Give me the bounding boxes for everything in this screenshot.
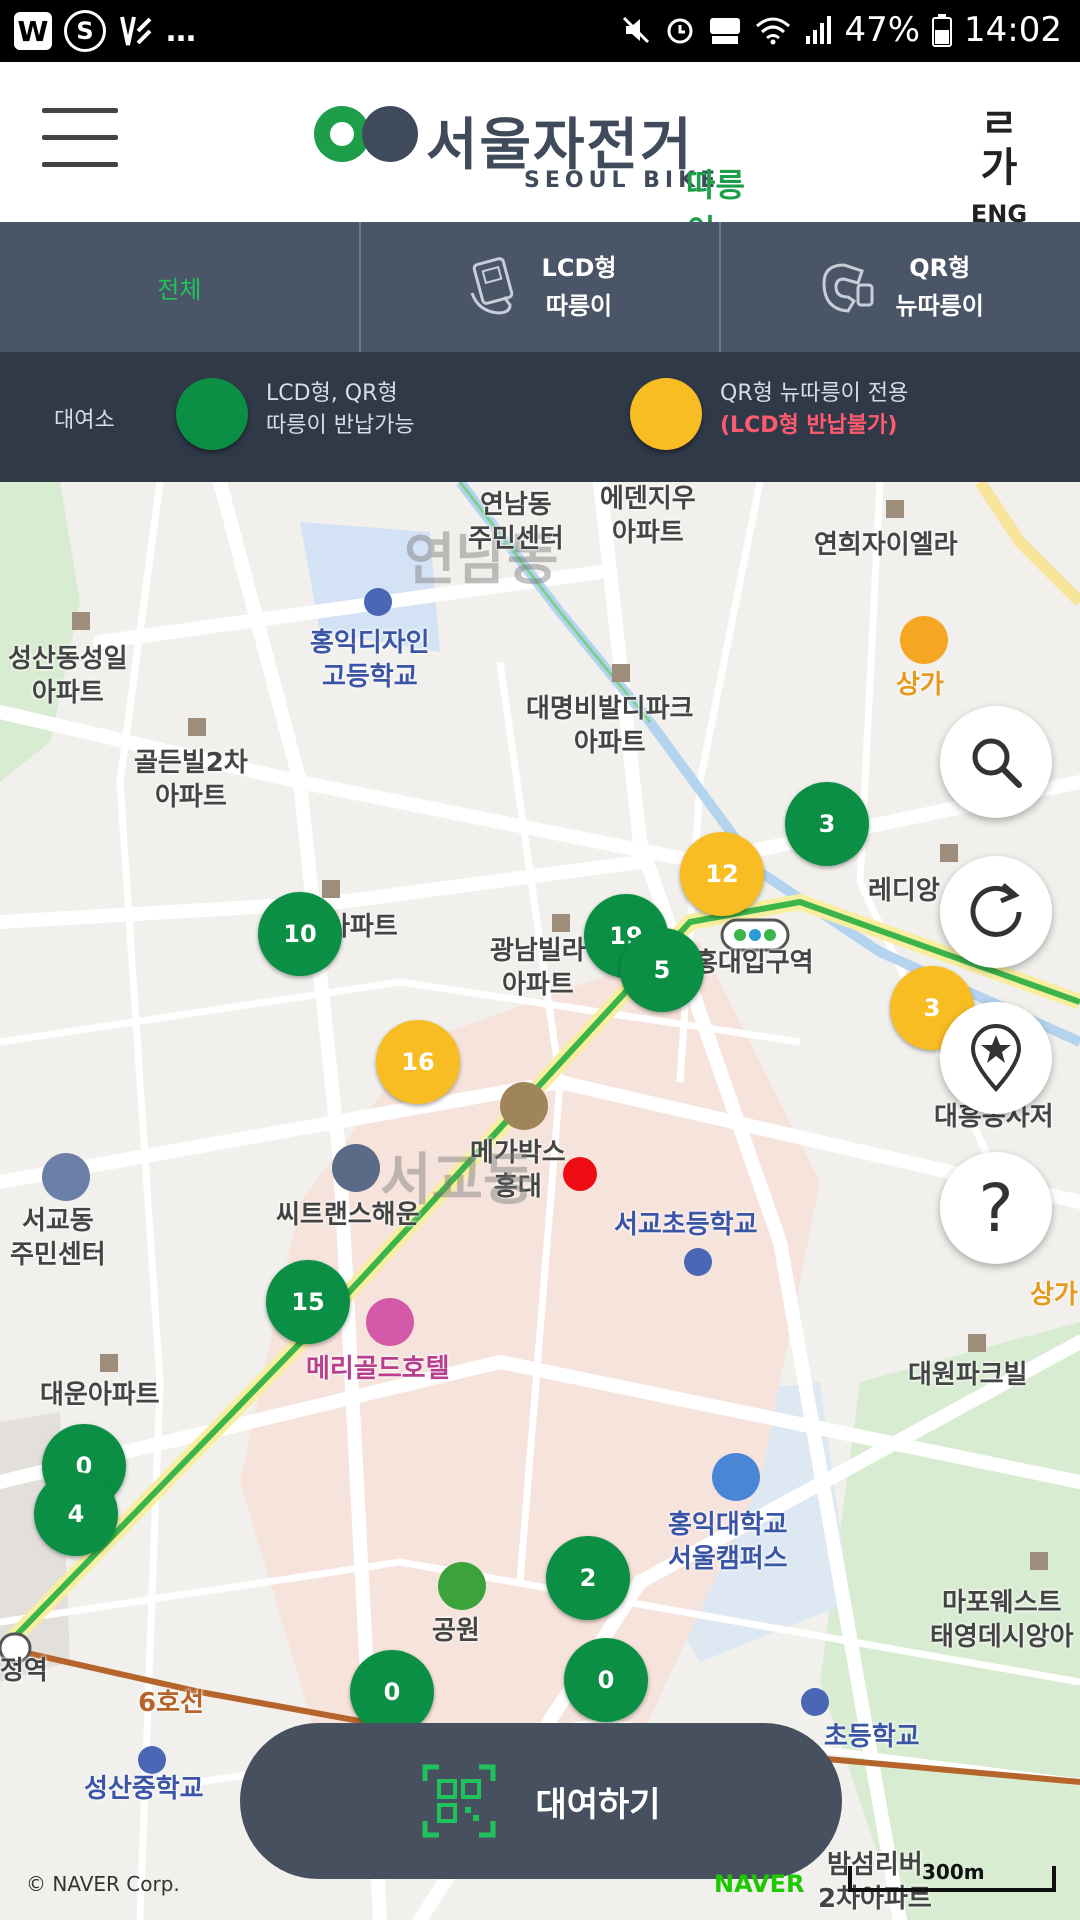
tab-lcd-bike[interactable]: LCD형 따릉이 — [361, 222, 722, 352]
clock: 14:02 — [964, 10, 1062, 50]
map-label-seogyodong: 서교동 — [380, 1148, 535, 1213]
map-label-station-left: 정역 — [0, 1656, 48, 1686]
tab-all-label: 전체 — [157, 275, 202, 304]
seoul-bike-logo: 서울자전거 SEOUL BIKE 따릉이 — [314, 100, 764, 250]
qr-scan-icon — [422, 1764, 496, 1838]
tab-qr-line1: QR형 — [909, 254, 971, 282]
signal-icon — [806, 16, 832, 44]
station-cluster[interactable]: 4 — [34, 1472, 118, 1556]
map-label-seogyo-center: 서교동 주민센터 — [10, 1206, 106, 1270]
alarm-icon — [667, 18, 693, 44]
status-right: 47% 14:02 — [620, 10, 1062, 50]
language-icon: ㄹ가 — [980, 101, 1018, 191]
map-label-daemyung: 대명비발디파크 아파트 — [526, 694, 694, 758]
map-label-daewon: 대원파크빌 — [908, 1360, 1028, 1390]
legend-title: 대여소 — [54, 408, 115, 433]
battery-icon — [932, 14, 953, 47]
map-label-hongik-station: 홍대입구역 — [694, 948, 814, 978]
logo-navy-dot — [362, 106, 418, 162]
map-label-sangga: 상가 — [896, 670, 944, 700]
map-label-yeonhui: 연희자이엘라 — [814, 530, 958, 560]
map-label-line6: 6호선 — [138, 1688, 204, 1718]
rent-bike-button[interactable]: 대여하기 — [240, 1723, 842, 1879]
map-label-goldenville: 골든빌2차 아파트 — [134, 748, 248, 812]
station-cluster[interactable]: 2 — [546, 1536, 630, 1620]
lcd-terminal-icon — [470, 257, 513, 315]
map-label-readings: 레디앙 — [868, 876, 940, 906]
legend-yellow-line1: QR형 뉴따릉이 전용 — [720, 381, 909, 406]
wifi-icon — [756, 17, 791, 45]
notification-icon — [120, 16, 152, 46]
current-location-marker — [563, 1157, 597, 1191]
station-cluster[interactable]: 5 — [620, 928, 704, 1012]
station-cluster[interactable]: 3 — [785, 782, 869, 866]
refresh-button[interactable] — [940, 856, 1052, 968]
favorite-pin-icon — [970, 1024, 1022, 1093]
favorite-station-button[interactable] — [940, 1002, 1052, 1114]
station-cluster[interactable]: 12 — [680, 832, 764, 916]
map-copyright: © NAVER Corp. — [26, 1872, 180, 1896]
app-header: 서울자전거 SEOUL BIKE 따릉이 ㄹ가 ENG — [0, 62, 1080, 250]
map-label-seongsan: 성산동성일 아파트 — [8, 644, 128, 708]
legend-green-line1: LCD형, QR형 — [266, 381, 398, 406]
map-label-park: 공원 — [432, 1616, 480, 1646]
map-label-daewoon: 대운아파트 — [40, 1380, 160, 1410]
map-label-merigold: 메리골드호텔 — [306, 1354, 450, 1384]
legend-yellow-dot — [630, 378, 702, 450]
qr-lock-icon — [822, 263, 874, 313]
status-bar: W S … 47% 14:02 — [0, 0, 1080, 62]
bike-type-tabs: 전체 LCD형 따릉이 QR형 뉴따릉이 — [0, 222, 1080, 352]
map-label-hongik-design: 홍익디자인 고등학교 — [310, 628, 430, 692]
app-s-icon: S — [64, 10, 106, 52]
language-toggle-button[interactable]: ㄹ가 ENG — [964, 102, 1034, 228]
map-label-hongik-univ: 홍익대학교 서울캠퍼스 — [668, 1510, 788, 1574]
more-notifications: … — [166, 13, 196, 49]
menu-hamburger-icon[interactable] — [42, 108, 118, 167]
help-icon: ? — [978, 1169, 1014, 1247]
map-label-sangga-2: 상가 — [1030, 1280, 1078, 1310]
mute-icon — [623, 16, 650, 44]
naver-logo: NAVER — [714, 1870, 805, 1898]
map-label-citrans: 씨트랜스해운 — [276, 1200, 420, 1230]
rent-bike-label: 대여하기 — [535, 1784, 661, 1825]
tab-lcd-line2: 따릉이 — [545, 292, 613, 320]
station-legend: 대여소 LCD형, QR형 따릉이 반납가능 QR형 뉴따릉이 전용 (LCD형… — [0, 352, 1080, 482]
status-left: W S … — [14, 10, 196, 52]
map-label-yeonnam-center: 연남동 주민센터 — [468, 490, 564, 554]
station-cluster[interactable]: 0 — [350, 1650, 434, 1734]
refresh-icon — [970, 883, 1022, 937]
tab-all[interactable]: 전체 — [0, 222, 361, 352]
map-label-edenview: 에덴지우 아파트 — [600, 484, 696, 548]
station-cluster[interactable]: 0 — [564, 1638, 648, 1722]
hd-voice-icon — [710, 18, 741, 44]
map-label-gwangnam: 광남빌라 아파트 — [490, 936, 586, 1000]
map-scale-bar: 300m — [848, 1860, 1056, 1892]
map-label-seongsan-middle: 성산중학교 — [84, 1774, 204, 1804]
help-button[interactable]: ? — [940, 1152, 1052, 1264]
app-w-icon: W — [14, 12, 52, 50]
search-icon — [972, 738, 1022, 788]
legend-green-dot — [176, 378, 248, 450]
tab-lcd-line1: LCD형 — [541, 254, 617, 282]
station-cluster[interactable]: 15 — [266, 1260, 350, 1344]
tab-qr-line2: 뉴따릉이 — [895, 292, 984, 320]
map-label-school-bottom: 초등학교 — [824, 1722, 920, 1752]
map-label-seogyo-elem: 서교초등학교 — [614, 1210, 758, 1240]
search-button[interactable] — [940, 706, 1052, 818]
battery-percent: 47% — [844, 10, 921, 50]
legend-yellow-warning: (LCD형 반납불가) — [720, 413, 898, 438]
station-cluster[interactable]: 16 — [376, 1020, 460, 1104]
tab-qr-bike[interactable]: QR형 뉴따릉이 — [721, 222, 1080, 352]
map-view[interactable]: 연남동 연남동 주민센터 에덴지우 아파트 연희자이엘라 홍익디자인 고등학교 성산동… — [0, 482, 1080, 1920]
legend-green-line2: 따릉이 반납가능 — [266, 413, 415, 438]
map-scale-label: 300m — [922, 1860, 985, 1884]
station-cluster[interactable]: 10 — [258, 892, 342, 976]
map-label-mapo-west: 마포웨스트 태영데시앙아 — [930, 1588, 1074, 1652]
